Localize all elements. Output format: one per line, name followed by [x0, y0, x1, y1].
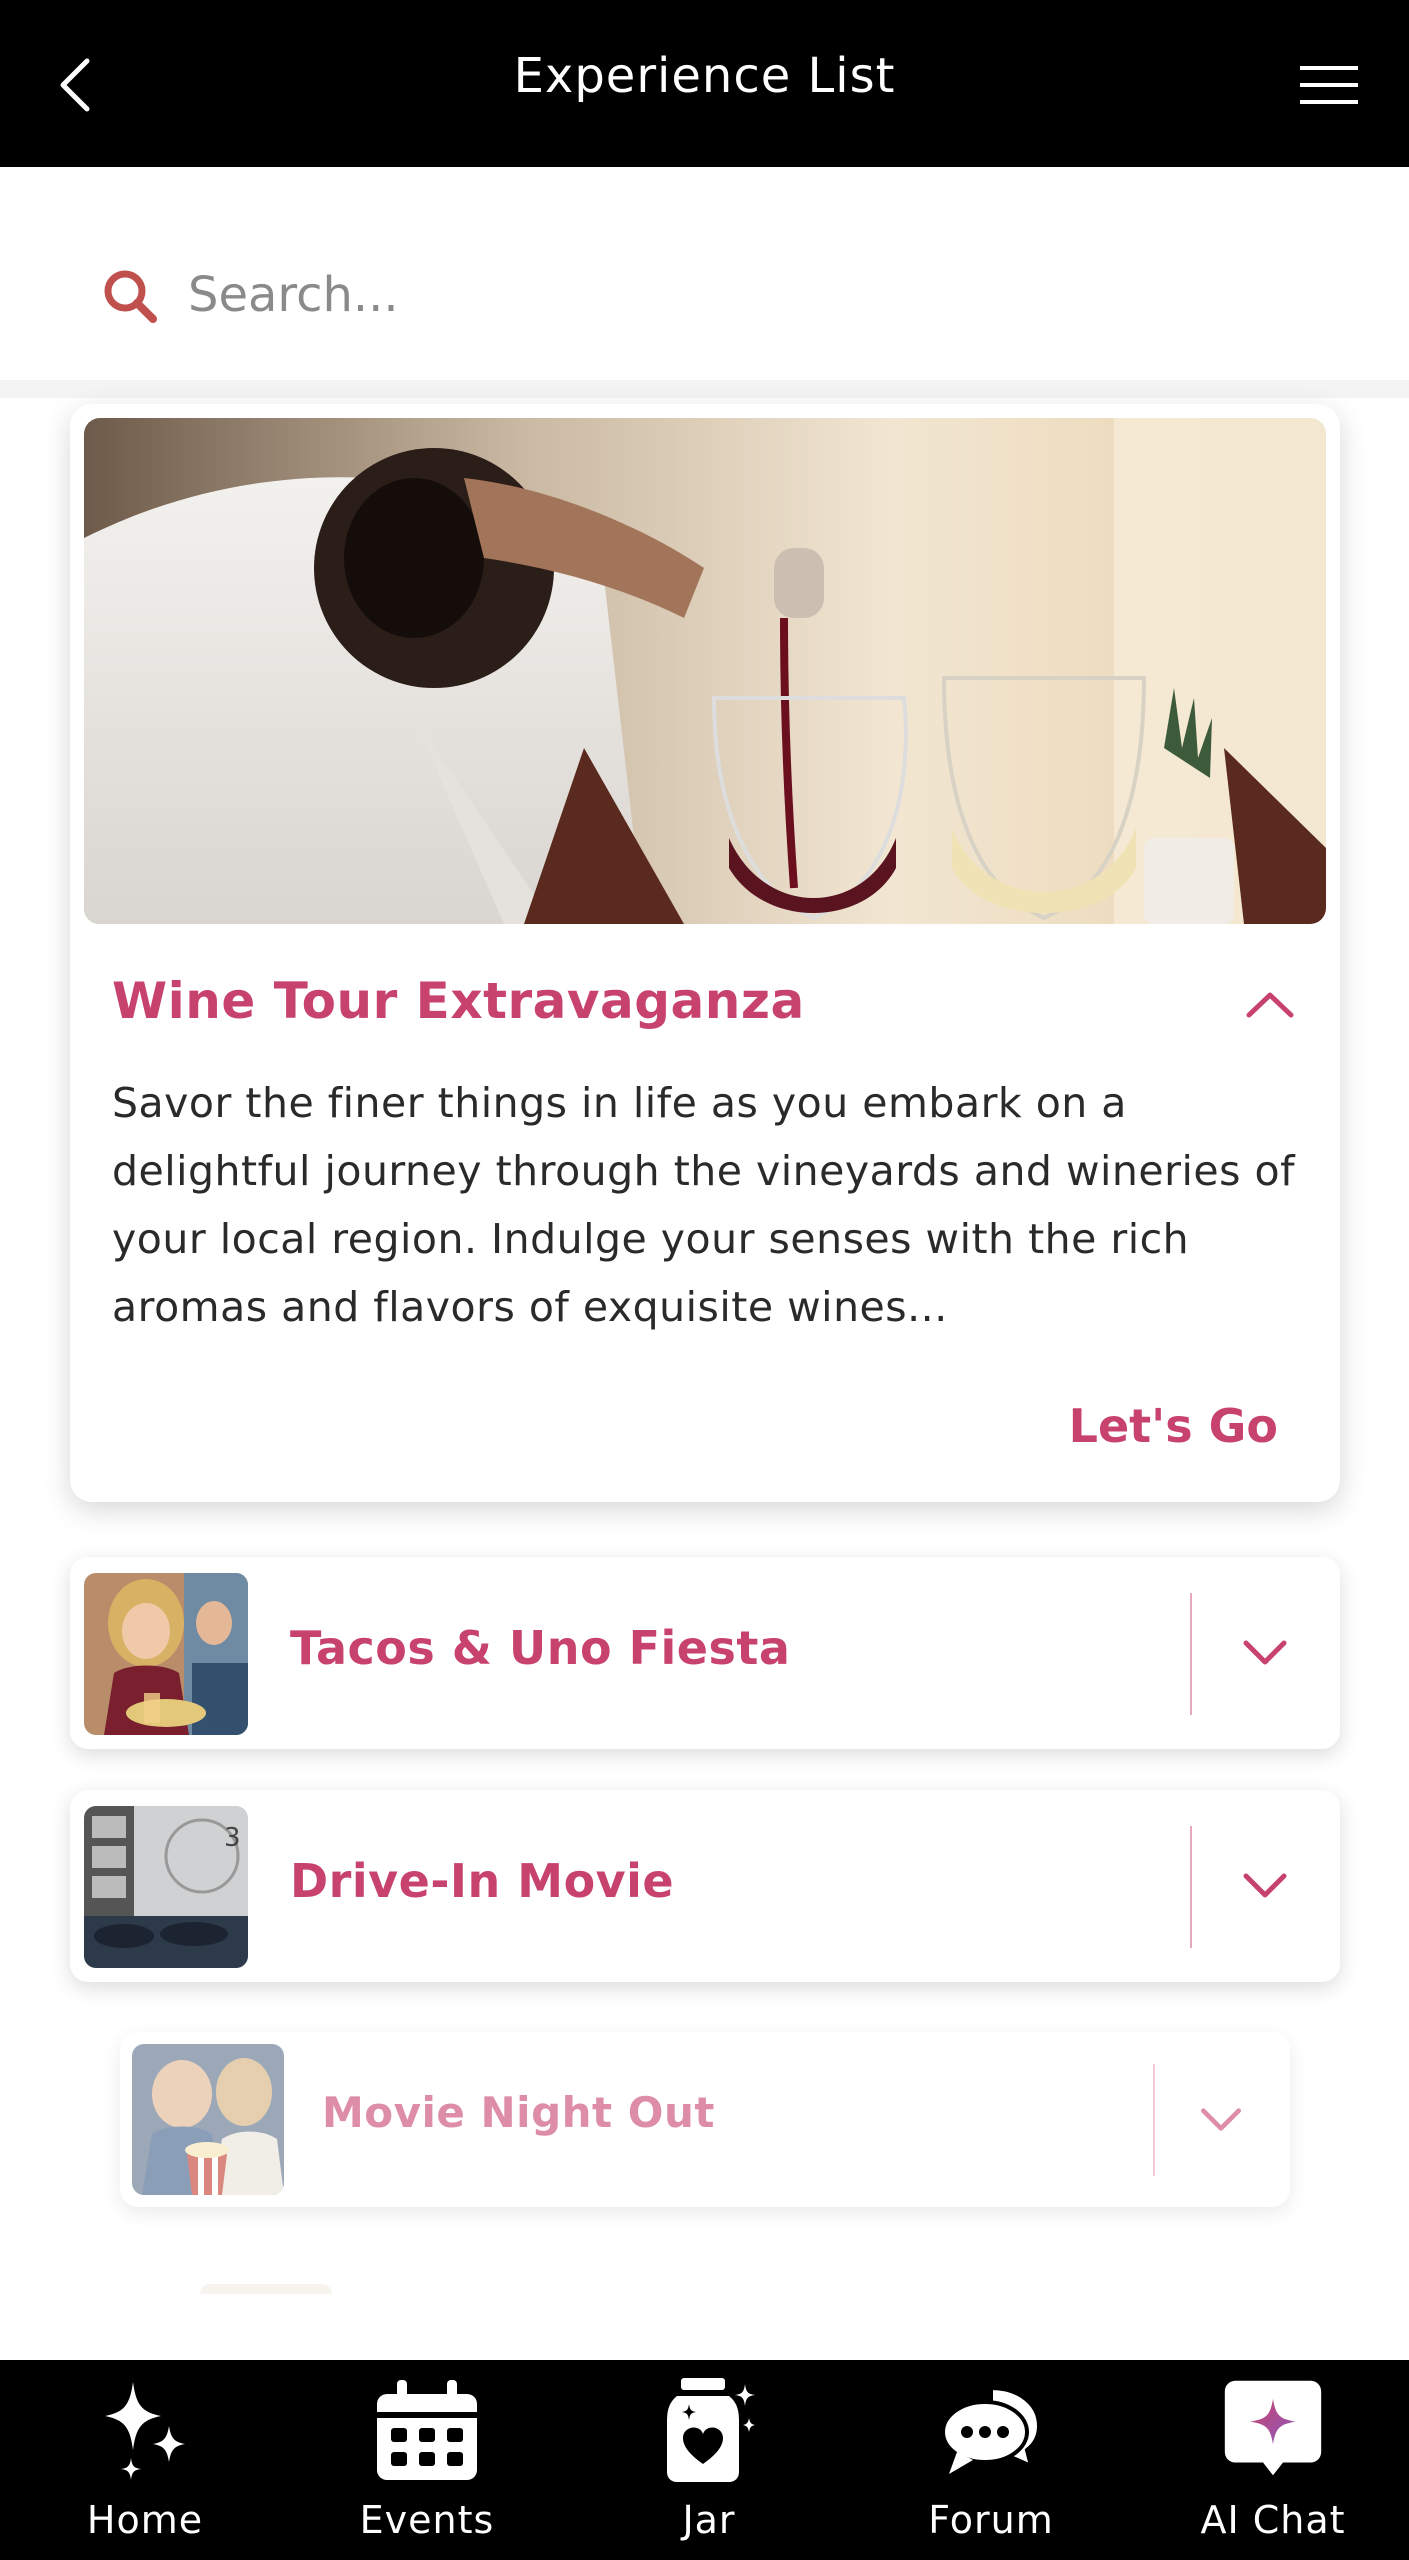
sparkles-icon	[95, 2374, 195, 2482]
list-item[interactable]: Movie Night Out	[120, 2032, 1290, 2207]
nav-ai-chat[interactable]: AI Chat	[1132, 2360, 1409, 2560]
chevron-down-icon	[1243, 1640, 1287, 1665]
nav-label: Home	[86, 2498, 204, 2542]
nav-events[interactable]: Events	[286, 2360, 568, 2560]
divider	[1153, 2064, 1155, 2176]
ai-chat-icon	[1223, 2374, 1323, 2482]
search-input[interactable]	[188, 250, 1288, 340]
drive-in-cinema-photo: 3	[84, 1806, 248, 1968]
featured-experience-card[interactable]: Wine Tour Extravaganza Savor the finer t…	[70, 404, 1340, 1502]
search-icon	[104, 270, 157, 323]
nav-forum[interactable]: Forum	[850, 2360, 1132, 2560]
page-title: Experience List	[513, 48, 896, 104]
menu-button[interactable]	[1289, 50, 1369, 120]
friends-dining-photo	[84, 1573, 248, 1735]
nav-label: Events	[359, 2498, 495, 2542]
nav-label: AI Chat	[1200, 2498, 1346, 2542]
search-divider	[0, 380, 1409, 398]
chevron-up-icon	[1246, 992, 1294, 1018]
calendar-icon	[377, 2374, 477, 2482]
chat-bubbles-icon	[941, 2374, 1041, 2482]
couple-popcorn-photo	[132, 2044, 284, 2195]
lets-go-button[interactable]: Let's Go	[1069, 1399, 1278, 1453]
expand-button[interactable]	[1220, 1613, 1310, 1693]
expand-button[interactable]	[1220, 1846, 1310, 1926]
experience-title: Movie Night Out	[322, 2088, 715, 2137]
search-bar	[0, 210, 1409, 385]
heart-jar-icon	[659, 2374, 759, 2482]
expand-button[interactable]	[1178, 2082, 1264, 2158]
chevron-down-icon	[1243, 1873, 1287, 1898]
next-item-peek	[200, 2284, 332, 2294]
svg-text:3: 3	[224, 1823, 241, 1853]
list-item[interactable]: Tacos & Uno Fiesta	[70, 1557, 1340, 1749]
experience-title: Tacos & Uno Fiesta	[290, 1621, 791, 1675]
nav-jar[interactable]: Jar	[568, 2360, 850, 2560]
back-button[interactable]	[30, 40, 120, 130]
collapse-button[interactable]	[1230, 969, 1310, 1039]
hamburger-menu-icon	[1300, 66, 1358, 104]
chevron-left-icon	[60, 58, 90, 112]
list-item[interactable]: 3 Drive-In Movie	[70, 1790, 1340, 1982]
featured-title: Wine Tour Extravaganza	[112, 972, 805, 1030]
nav-label: Jar	[682, 2498, 736, 2542]
nav-label: Forum	[928, 2498, 1054, 2542]
wine-pouring-photo	[84, 418, 1326, 924]
experience-list-screen: Experience List Search... Wine Tour Extr…	[0, 0, 1409, 2560]
divider	[1190, 1826, 1192, 1948]
featured-description: Savor the finer things in life as you em…	[112, 1079, 1296, 1331]
chevron-down-icon	[1201, 2108, 1241, 2131]
nav-home[interactable]: Home	[4, 2360, 286, 2560]
experience-title: Drive-In Movie	[290, 1854, 675, 1908]
divider	[1190, 1593, 1192, 1715]
app-header: Experience List	[0, 0, 1409, 167]
bottom-nav: Home Events Jar Forum AI Chat	[0, 2360, 1409, 2560]
